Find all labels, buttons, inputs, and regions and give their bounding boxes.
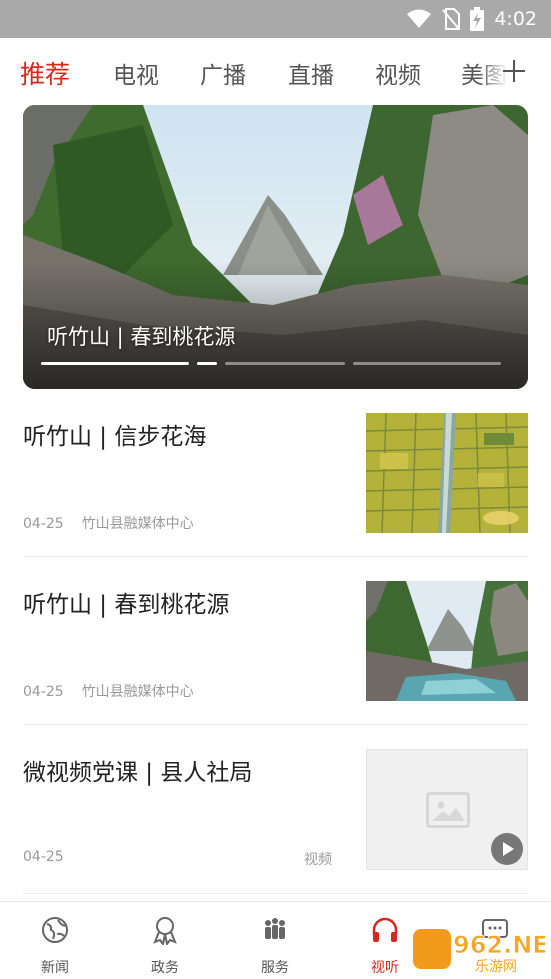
tab-radio[interactable]: 广播 [200, 56, 246, 90]
svg-text:962.NET: 962.NET [453, 931, 545, 959]
video-tag: 视频 [304, 852, 332, 868]
list-item[interactable]: 听竹山 | 信步花海 04-25 竹山县融媒体中心 [23, 413, 528, 533]
news-date: 04-25 [23, 516, 64, 532]
tab-video[interactable]: 视频 [375, 56, 421, 90]
news-date: 04-25 [23, 684, 64, 700]
status-bar: 4:02 [0, 0, 551, 38]
tab-recommend[interactable]: 推荐 [20, 55, 70, 91]
nav-label: 服务 [261, 960, 289, 976]
news-date: 04-25 [23, 849, 64, 865]
list-item[interactable]: 微视频党课 | 县人社局 04-25 视频 [23, 749, 528, 870]
plus-icon[interactable] [499, 56, 529, 86]
nav-item-services[interactable]: 服务 [220, 902, 330, 979]
status-time: 4:02 [494, 8, 537, 30]
carousel-indicator [41, 362, 501, 365]
banner-title: 听竹山 | 春到桃花源 [47, 325, 236, 349]
carousel-dot [41, 362, 189, 365]
image-placeholder-icon [426, 792, 470, 828]
svg-text:乐游网: 乐游网 [475, 959, 517, 973]
play-icon[interactable] [491, 833, 523, 865]
nav-item-government[interactable]: 政务 [110, 902, 220, 979]
nav-label: 新闻 [41, 960, 69, 976]
divider [23, 724, 528, 725]
divider [23, 893, 528, 894]
news-title: 微视频党课 | 县人社局 [23, 760, 253, 786]
divider [23, 556, 528, 557]
globe-icon [42, 917, 68, 943]
news-source: 竹山县融媒体中心 [81, 516, 194, 532]
news-thumbnail [366, 581, 528, 701]
carousel-dot [353, 362, 501, 365]
carousel-dot [197, 362, 217, 365]
news-thumbnail [366, 749, 528, 870]
ribbon-badge-icon [153, 917, 177, 945]
nav-item-news[interactable]: 新闻 [0, 902, 110, 979]
battery-charging-icon [470, 7, 485, 31]
wifi-icon [407, 9, 432, 28]
news-thumbnail [366, 413, 528, 533]
news-title: 听竹山 | 春到桃花源 [23, 592, 230, 618]
no-sim-icon [442, 8, 461, 30]
news-title: 听竹山 | 信步花海 [23, 424, 207, 450]
channel-tab-bar: 推荐 电视 广播 直播 视频 美图 [0, 38, 551, 104]
tab-live[interactable]: 直播 [288, 56, 334, 90]
tab-tv[interactable]: 电视 [113, 56, 159, 90]
carousel-dot [225, 362, 345, 365]
watermark-logo: 962.NET 乐游网 [413, 925, 551, 975]
headphones-icon [372, 917, 398, 942]
people-icon [265, 918, 285, 939]
nav-label: 政务 [151, 960, 179, 976]
banner-carousel[interactable]: 听竹山 | 春到桃花源 [23, 105, 528, 389]
news-source: 竹山县融媒体中心 [81, 684, 194, 700]
list-item[interactable]: 听竹山 | 春到桃花源 04-25 竹山县融媒体中心 [23, 581, 528, 701]
